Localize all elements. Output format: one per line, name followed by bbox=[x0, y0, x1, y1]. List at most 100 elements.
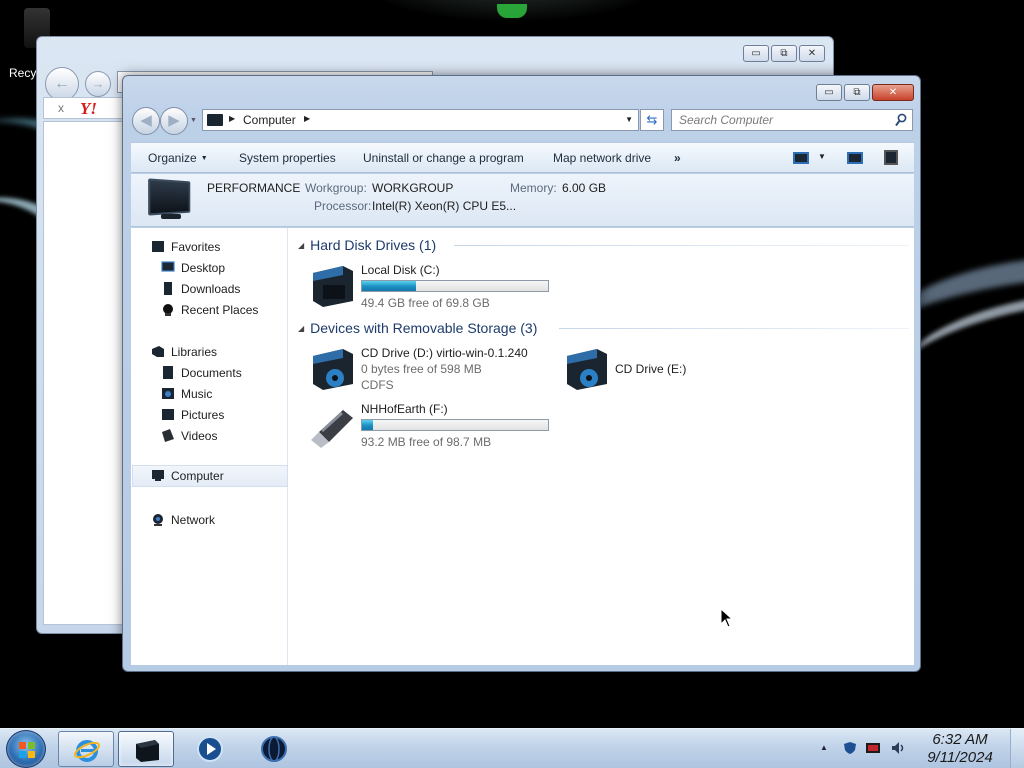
network-globe-icon bbox=[153, 514, 163, 526]
drive-c-usage-bar bbox=[361, 280, 549, 292]
nav-libraries-label: Libraries bbox=[171, 345, 218, 359]
drive-c-usage-fill bbox=[362, 281, 416, 291]
search-icon[interactable] bbox=[895, 113, 907, 127]
collapse-triangle-icon[interactable]: ◢ bbox=[298, 241, 304, 250]
address-bar[interactable]: ▶ Computer ▶ ▼ bbox=[202, 109, 639, 131]
browser-maximize-button[interactable]: ⧉ bbox=[771, 45, 797, 62]
computer-name: PERFORMANCE bbox=[207, 181, 301, 195]
group-removable-storage[interactable]: ◢ Devices with Removable Storage (3) bbox=[298, 320, 537, 336]
desktop: Recy ▭ ⧉ ✕ ← → x Y! ▭ ⧉ ✕ ◀ ▶ ▼ ▶ Comput… bbox=[0, 0, 1024, 728]
browser-forward-button[interactable]: → bbox=[85, 71, 111, 97]
media-player-icon bbox=[197, 736, 223, 762]
explorer-window[interactable]: ▭ ⧉ ✕ ◀ ▶ ▼ ▶ Computer ▶ ▼ ⇆ Organize▼ S… bbox=[122, 75, 921, 672]
nav-computer-label: Computer bbox=[171, 469, 224, 483]
computer-icon bbox=[207, 114, 223, 126]
show-hidden-icons-button[interactable]: ▲ bbox=[820, 743, 828, 752]
nav-downloads-label: Downloads bbox=[181, 282, 241, 296]
drive-f-free-space: 93.2 MB free of 98.7 MB bbox=[361, 435, 492, 449]
taskbar-explorer[interactable] bbox=[118, 731, 174, 767]
videos-icon bbox=[162, 429, 174, 442]
drive-f[interactable]: NHHofEarth (F:) 93.2 MB free of 98.7 MB bbox=[309, 402, 559, 452]
navigation-pane: Favorites Desktop Downloads Recent Place… bbox=[131, 228, 288, 665]
libraries-icon bbox=[152, 346, 164, 357]
explorer-body: Favorites Desktop Downloads Recent Place… bbox=[131, 228, 914, 665]
search-input[interactable] bbox=[672, 110, 892, 130]
taskbar-internet-explorer[interactable] bbox=[58, 731, 114, 767]
drive-c-free-space: 49.4 GB free of 69.8 GB bbox=[361, 296, 490, 310]
drive-c[interactable]: Local Disk (C:) 49.4 GB free of 69.8 GB bbox=[309, 263, 559, 313]
breadcrumb-separator-icon[interactable]: ▶ bbox=[229, 114, 235, 123]
system-properties-button[interactable]: System properties bbox=[239, 151, 336, 165]
browser-content[interactable] bbox=[43, 121, 127, 625]
nav-videos-label: Videos bbox=[181, 429, 218, 443]
nav-computer[interactable]: Computer bbox=[132, 465, 288, 487]
usb-drive-icon bbox=[311, 410, 353, 448]
command-bar: Organize ▼ System properties Uninstall or… bbox=[131, 142, 914, 173]
breadcrumb-separator-icon[interactable]: ▶ bbox=[304, 114, 310, 123]
organize-menu[interactable]: Organize ▼ bbox=[148, 151, 208, 165]
map-network-drive-button[interactable]: Map network drive bbox=[553, 151, 651, 165]
music-icon bbox=[162, 388, 174, 399]
action-center-flag-icon[interactable] bbox=[866, 741, 880, 755]
desktop-icon bbox=[161, 261, 175, 272]
start-button[interactable] bbox=[6, 730, 46, 768]
security-shield-icon[interactable] bbox=[843, 741, 857, 755]
drive-f-usage-fill bbox=[362, 420, 374, 430]
drive-d-filesystem: CDFS bbox=[361, 378, 394, 392]
taskbar-app[interactable] bbox=[246, 731, 302, 767]
memory-label: Memory: bbox=[510, 181, 557, 195]
downloads-icon bbox=[164, 282, 172, 295]
help-icon[interactable] bbox=[884, 150, 898, 165]
browser-toolbar: x Y! bbox=[43, 97, 133, 119]
maximize-button[interactable]: ⧉ bbox=[844, 84, 870, 101]
forward-button[interactable]: ▶ bbox=[160, 107, 188, 135]
group-hard-disk-drives[interactable]: ◢ Hard Disk Drives (1) bbox=[298, 237, 436, 253]
address-history-chevron-down-icon[interactable]: ▼ bbox=[625, 115, 633, 124]
show-desktop-button[interactable] bbox=[1010, 729, 1024, 768]
hard-disk-icon bbox=[313, 266, 353, 307]
wallpaper-glow bbox=[497, 4, 527, 18]
drive-d[interactable]: CD Drive (D:) virtio-win-0.1.240 0 bytes… bbox=[309, 346, 559, 396]
drive-e[interactable]: CD Drive (E:) bbox=[563, 346, 743, 396]
view-options-chevron-down-icon[interactable]: ▼ bbox=[818, 152, 826, 161]
drive-f-name: NHHofEarth (F:) bbox=[361, 402, 448, 416]
details-pane: PERFORMANCE Workgroup: WORKGROUP Memory:… bbox=[131, 174, 914, 227]
breadcrumb-computer[interactable]: Computer bbox=[243, 113, 296, 127]
browser-close-button[interactable]: ✕ bbox=[799, 45, 825, 62]
collapse-triangle-icon[interactable]: ◢ bbox=[298, 324, 304, 333]
explorer-caption-buttons: ▭ ⧉ ✕ bbox=[816, 84, 914, 101]
nav-desktop-label: Desktop bbox=[181, 261, 226, 275]
group-hard-disk-drives-label: Hard Disk Drives (1) bbox=[310, 237, 437, 253]
cd-drive-icon bbox=[313, 349, 353, 390]
workgroup-label: Workgroup: bbox=[305, 181, 367, 195]
internet-explorer-icon bbox=[74, 740, 100, 762]
group-divider bbox=[454, 245, 909, 246]
volume-icon[interactable] bbox=[891, 741, 905, 755]
recycle-bin-label: Recy bbox=[9, 66, 37, 80]
computer-monitor-icon bbox=[148, 178, 191, 216]
windows-logo-icon bbox=[19, 742, 35, 758]
system-clock[interactable]: 6:32 AM 9/11/2024 bbox=[918, 731, 1002, 767]
recent-pages-chevron-down-icon[interactable]: ▼ bbox=[190, 117, 197, 124]
minimize-button[interactable]: ▭ bbox=[816, 84, 842, 101]
change-view-icon[interactable] bbox=[793, 152, 809, 164]
uninstall-program-button[interactable]: Uninstall or change a program bbox=[363, 151, 524, 165]
refresh-button[interactable]: ⇆ bbox=[640, 109, 664, 131]
close-button[interactable]: ✕ bbox=[872, 84, 914, 101]
preview-pane-icon[interactable] bbox=[847, 152, 863, 164]
computer-icon bbox=[152, 470, 164, 481]
toolbar-close-icon[interactable]: x bbox=[58, 101, 64, 115]
browser-minimize-button[interactable]: ▭ bbox=[743, 45, 769, 62]
browser-back-button[interactable]: ← bbox=[45, 67, 79, 101]
more-commands-button[interactable]: » bbox=[674, 151, 681, 165]
drive-c-name: Local Disk (C:) bbox=[361, 263, 440, 277]
taskbar-media-player[interactable] bbox=[182, 731, 238, 767]
organize-chevron-down-icon: ▼ bbox=[200, 155, 208, 162]
search-box[interactable] bbox=[671, 109, 913, 131]
monitor-stand bbox=[161, 214, 181, 219]
yahoo-logo[interactable]: Y! bbox=[80, 99, 97, 119]
nav-music-label: Music bbox=[181, 387, 213, 401]
nav-favorites-label: Favorites bbox=[171, 240, 221, 254]
drive-d-name: CD Drive (D:) virtio-win-0.1.240 bbox=[361, 346, 528, 360]
back-button[interactable]: ◀ bbox=[132, 107, 160, 135]
